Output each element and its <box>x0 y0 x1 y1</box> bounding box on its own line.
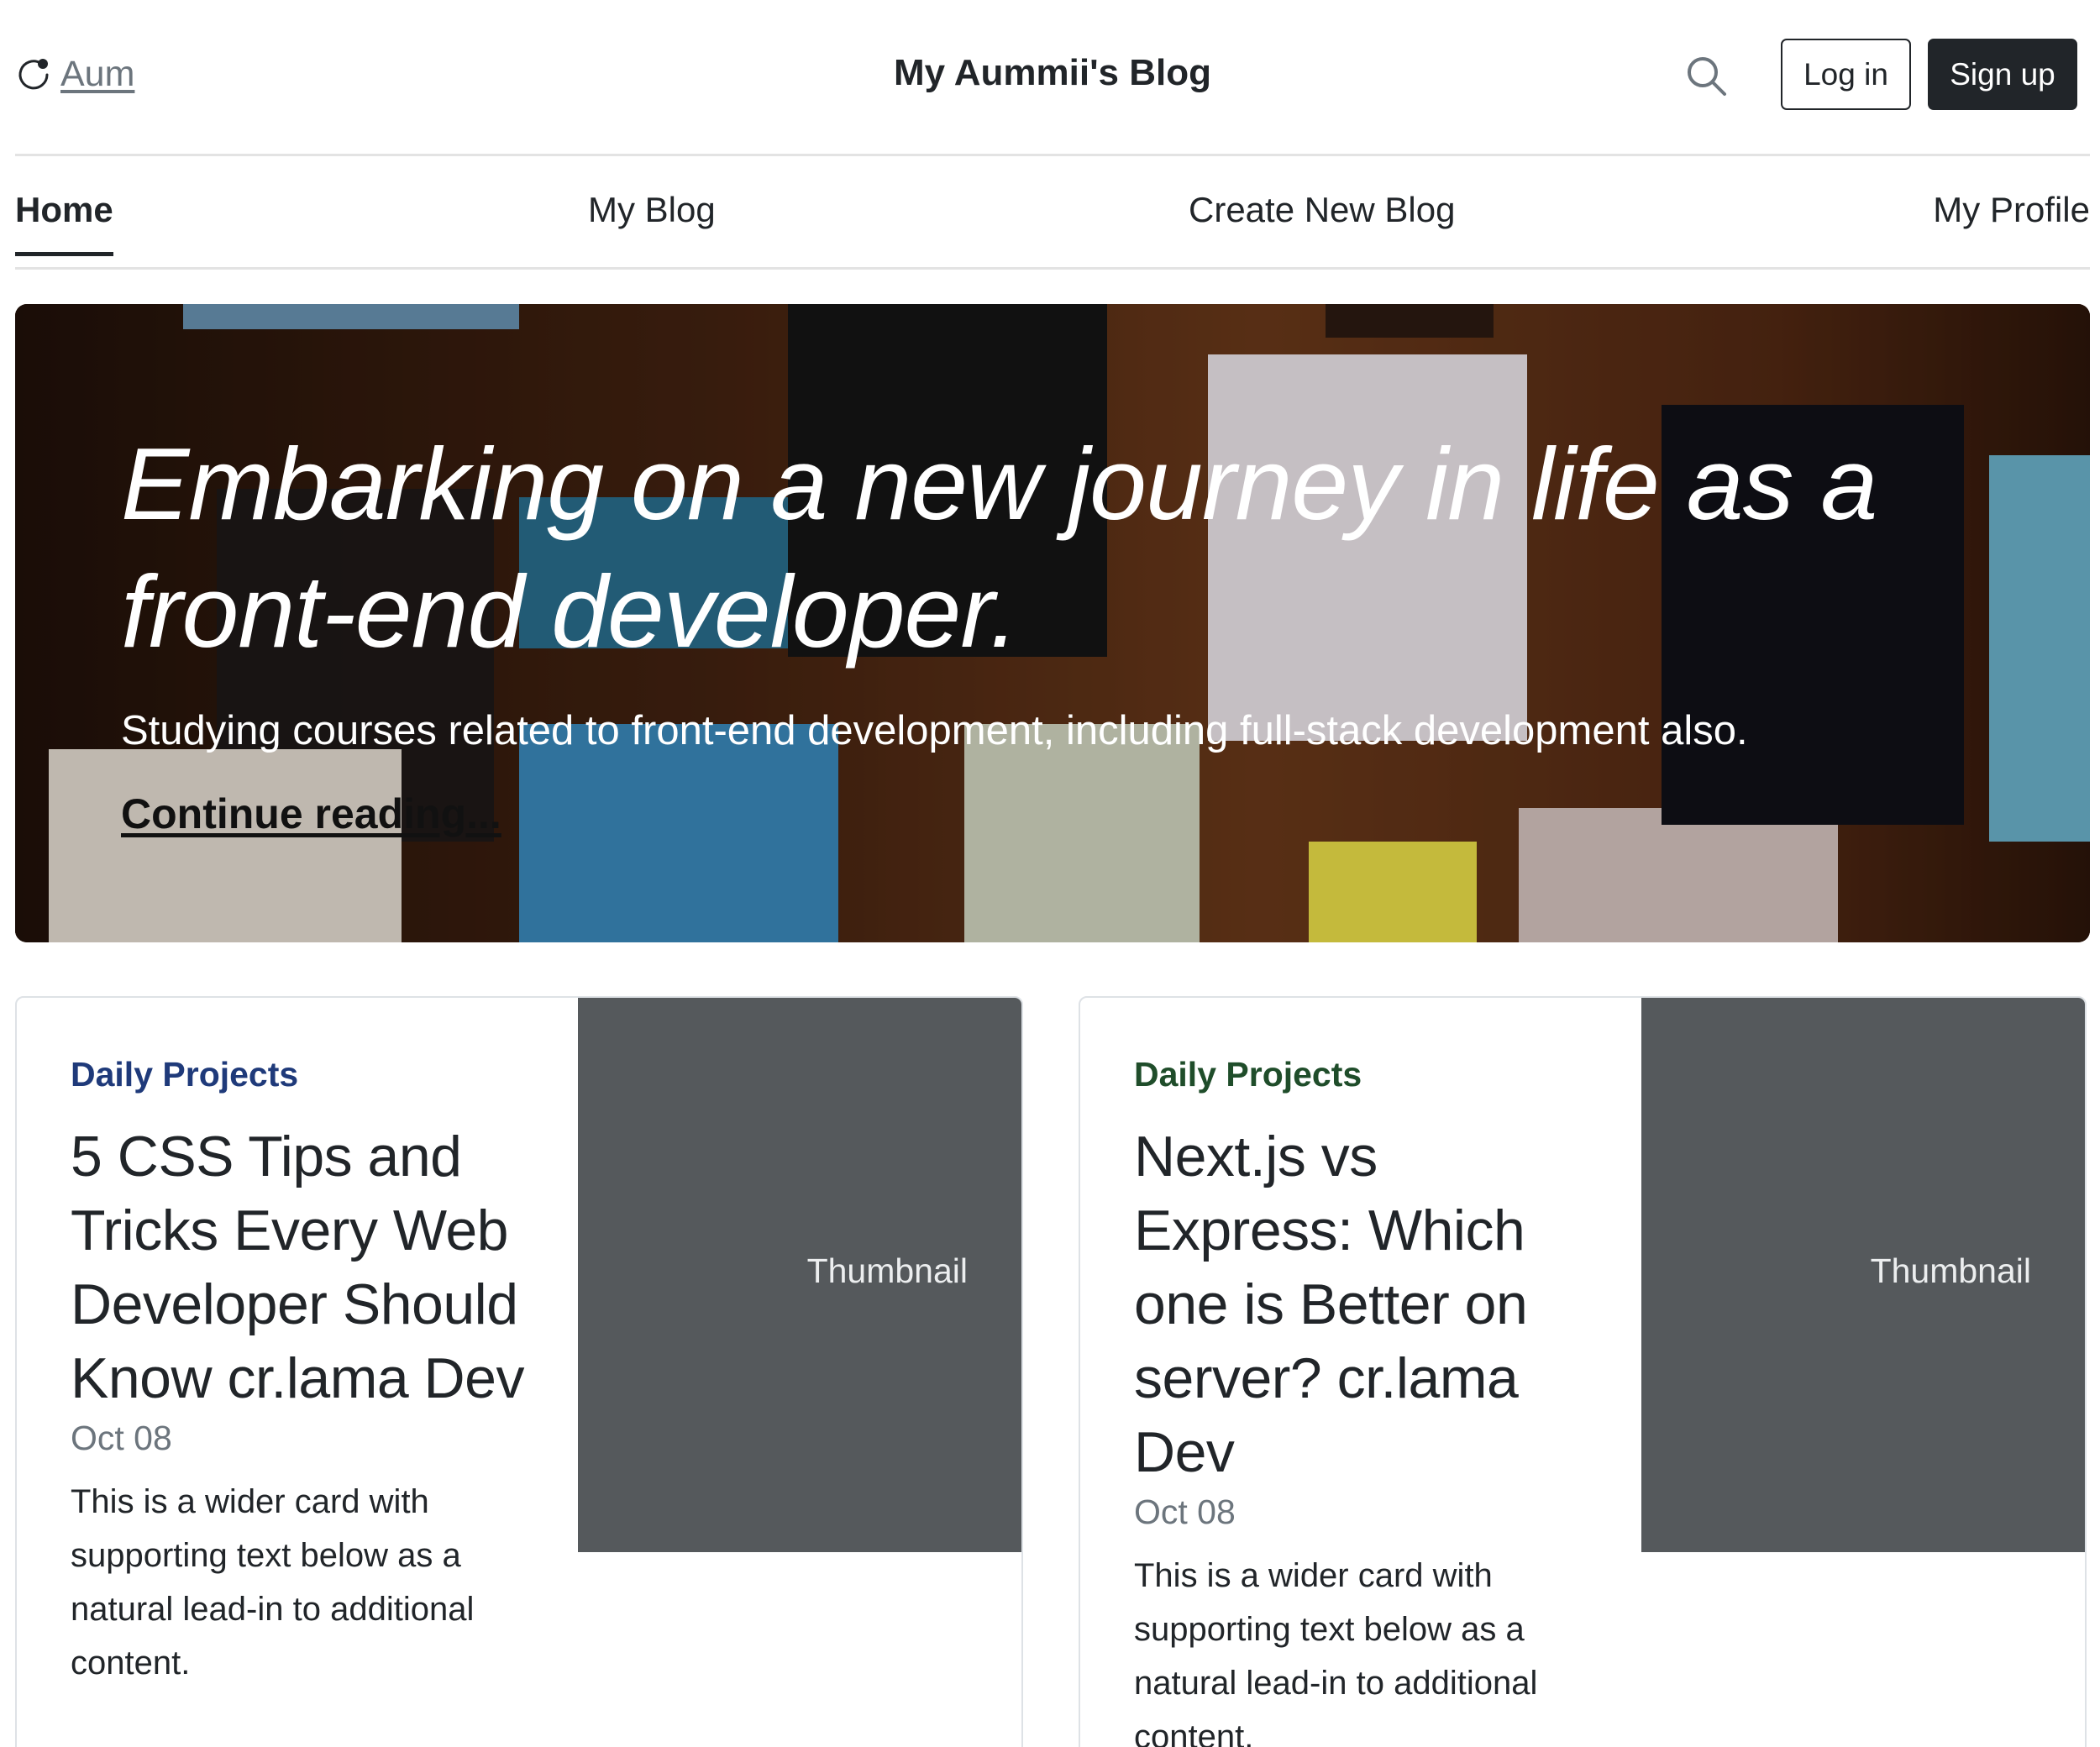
site-title-text: My Aummii's Blog <box>894 52 1211 93</box>
brand-text: Aum <box>60 54 135 94</box>
card-body: Daily Projects Next.js vs Express: Which… <box>1134 1055 1604 1747</box>
hero-banner: Embarking on a new journey in life as a … <box>15 304 2090 942</box>
card-title: Next.js vs Express: Which one is Better … <box>1134 1125 1528 1484</box>
card-thumbnail: Thumbnail <box>1641 998 2085 1552</box>
card-category: Daily Projects <box>1134 1055 1362 1094</box>
hero-lead: Studying courses related to front-end de… <box>121 708 1748 753</box>
signup-button[interactable]: Sign up <box>1928 39 2077 110</box>
search-icon[interactable] <box>1683 52 1730 99</box>
card-date: Oct 08 <box>1134 1493 1236 1531</box>
card-date: Oct 08 <box>71 1419 172 1457</box>
site-title: My Aummii's Blog <box>15 52 2090 94</box>
hero-content: Embarking on a new journey in life as a … <box>121 420 1969 838</box>
blog-card: Daily Projects Next.js vs Express: Which… <box>1079 996 2087 1747</box>
blog-card: Daily Projects 5 CSS Tips and Tricks Eve… <box>15 996 1023 1747</box>
card-text: This is a wider card with supporting tex… <box>1134 1557 1538 1747</box>
site-header: Aum My Aummii's Blog Log in Sign up <box>15 0 2090 156</box>
nav-item-create-new-blog[interactable]: Create New Blog <box>1189 190 1455 230</box>
card-title: 5 CSS Tips and Tricks Every Web Develope… <box>71 1125 524 1410</box>
card-category: Daily Projects <box>71 1055 299 1094</box>
card-body: Daily Projects 5 CSS Tips and Tricks Eve… <box>71 1055 541 1690</box>
card-thumbnail: Thumbnail <box>578 998 1021 1552</box>
nav-item-home[interactable]: Home <box>15 190 113 256</box>
thumbnail-label: Thumbnail <box>1870 1251 2031 1290</box>
card-text: This is a wider card with supporting tex… <box>71 1483 475 1681</box>
hero-title: Embarking on a new journey in life as a … <box>121 427 1877 669</box>
brand-logo-icon <box>18 58 49 89</box>
login-button[interactable]: Log in <box>1781 39 1911 110</box>
nav-item-my-blog[interactable]: My Blog <box>588 190 716 230</box>
continue-reading-link[interactable]: Continue reading... <box>121 790 501 838</box>
thumbnail-label: Thumbnail <box>806 1251 968 1290</box>
nav-item-my-profile[interactable]: My Profile <box>1933 190 2090 230</box>
main-nav: Home My Blog Create New Blog My Profile <box>15 156 2090 270</box>
brand-link[interactable]: Aum <box>15 54 134 95</box>
